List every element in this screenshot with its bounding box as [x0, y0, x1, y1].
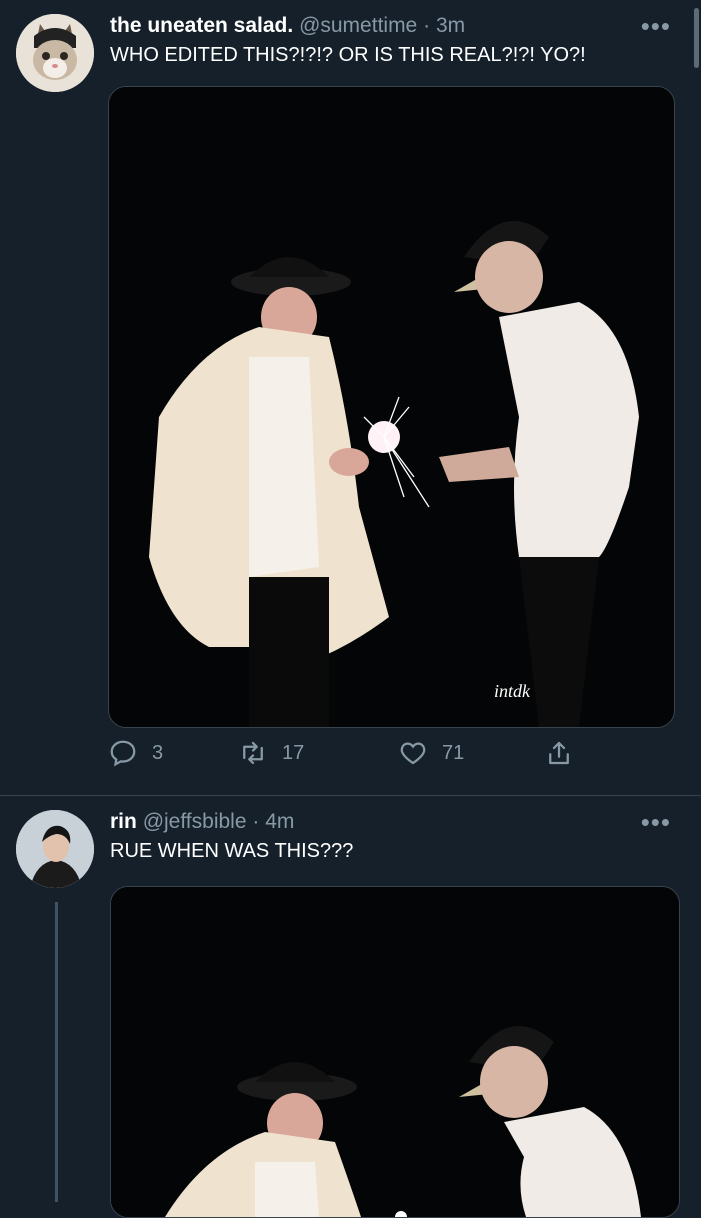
reply-icon: [110, 740, 136, 767]
more-horizontal-icon[interactable]: •••: [641, 809, 671, 835]
retweet-icon: [243, 741, 263, 765]
tweet-photo[interactable]: [110, 886, 680, 1218]
tweet-header: the uneaten salad. @sumettime · 3m: [110, 14, 465, 38]
share-button[interactable]: [544, 738, 588, 768]
retweet-button[interactable]: 17: [238, 738, 304, 768]
like-count: 71: [442, 741, 465, 764]
separator-dot: ·: [423, 14, 431, 37]
reply-button[interactable]: 3: [108, 738, 163, 768]
timestamp[interactable]: 4m: [265, 810, 294, 833]
night-sparkler-photo: [111, 887, 679, 1217]
tweet[interactable]: rin @jeffsbible · 4m ••• RUE WHEN WAS TH…: [0, 796, 701, 1218]
avatar[interactable]: [16, 810, 94, 888]
tweet[interactable]: the uneaten salad. @sumettime · 3m ••• W…: [0, 0, 701, 796]
more-horizontal-icon[interactable]: •••: [641, 13, 671, 39]
avatar[interactable]: [16, 14, 94, 92]
night-sparkler-photo: intdk: [109, 87, 674, 727]
user-handle[interactable]: @sumettime: [299, 14, 417, 37]
like-button[interactable]: 71: [398, 738, 464, 768]
display-name[interactable]: rin: [110, 810, 137, 833]
tweet-photo[interactable]: intdk: [108, 86, 675, 728]
reply-count: 3: [152, 741, 164, 764]
display-name[interactable]: the uneaten salad.: [110, 14, 293, 37]
cat-avatar-icon: [16, 14, 94, 92]
tweet-text: WHO EDITED THIS?!?!? OR IS THIS REAL?!?!…: [110, 44, 586, 66]
thread-connector-line: [55, 902, 58, 1202]
tweet-header: rin @jeffsbible · 4m: [110, 810, 294, 834]
user-handle[interactable]: @jeffsbible: [143, 810, 247, 833]
photo-watermark: intdk: [494, 681, 531, 701]
heart-icon: [400, 742, 426, 765]
share-icon: [549, 741, 569, 765]
person-avatar-icon: [16, 810, 94, 888]
timestamp[interactable]: 3m: [436, 14, 465, 37]
tweet-actions: 3 17 71: [108, 738, 588, 774]
retweet-count: 17: [282, 741, 305, 764]
tweet-text: RUE WHEN WAS THIS???: [110, 840, 354, 862]
separator-dot: ·: [252, 810, 260, 833]
